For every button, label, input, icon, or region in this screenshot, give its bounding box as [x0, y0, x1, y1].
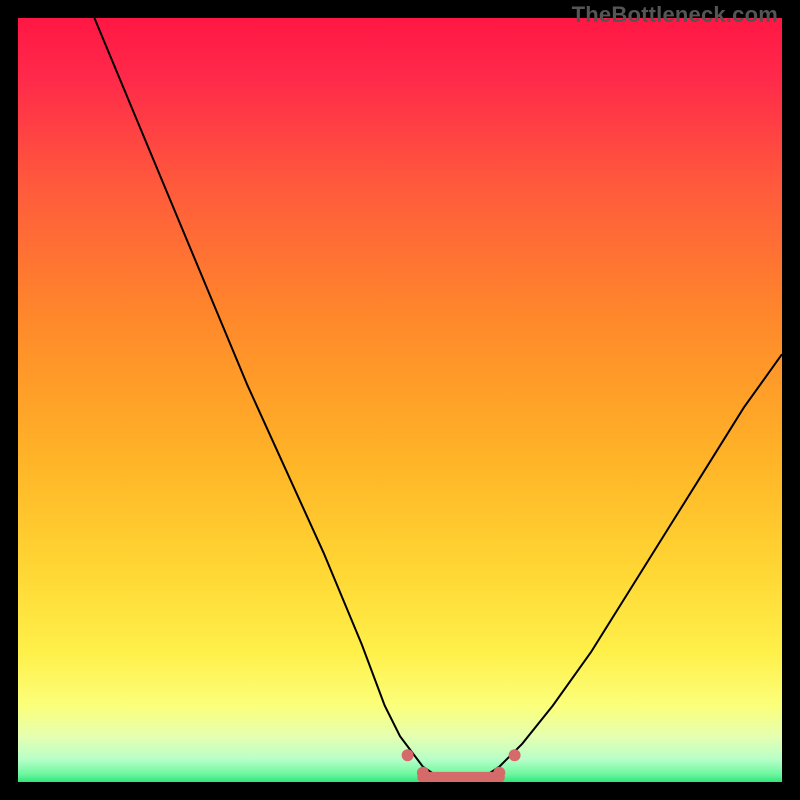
plot-area — [18, 18, 782, 782]
chart-frame: TheBottleneck.com — [0, 0, 800, 800]
bottleneck-curve — [18, 18, 782, 782]
watermark-text: TheBottleneck.com — [572, 2, 778, 28]
